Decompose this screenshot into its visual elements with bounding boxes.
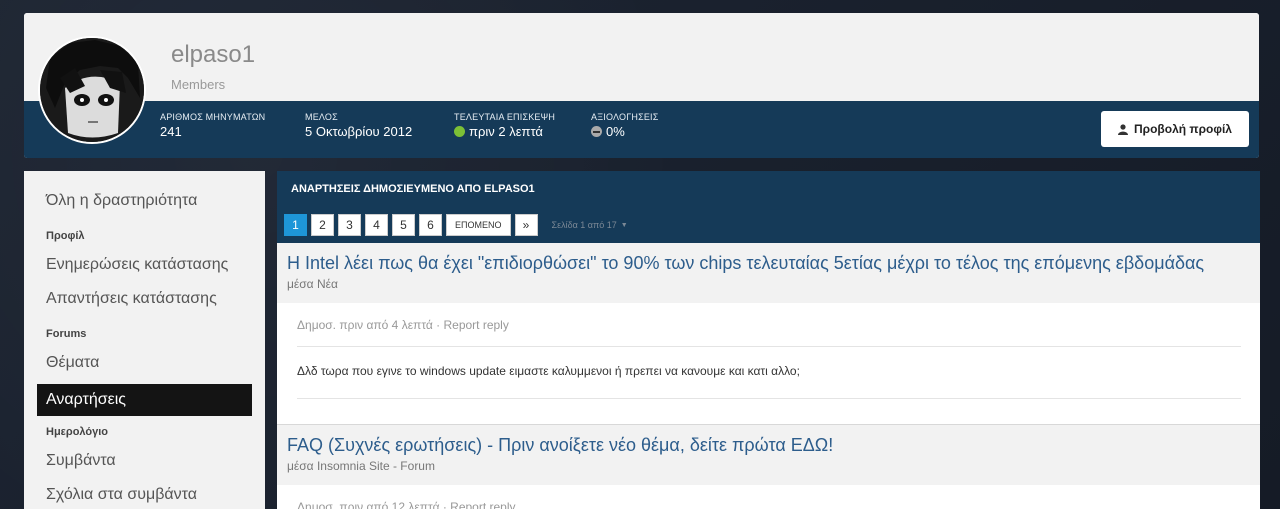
avatar-image <box>40 38 144 142</box>
page-jump-dropdown[interactable]: Σελίδα 1 από 17 ▼ <box>552 214 628 236</box>
stat-value: πριν 2 λεπτά <box>454 124 555 139</box>
avatar[interactable] <box>38 36 146 144</box>
neutral-reputation-icon <box>591 126 602 137</box>
post-meta[interactable]: Δημοσ. πριν από 4 λεπτά · Report reply <box>297 303 1241 347</box>
stat-label: ΤΕΛΕΥΤΑΙΑ ΕΠΙΣΚΕΨΗ <box>454 112 556 122</box>
username: elpaso1 <box>171 41 256 68</box>
post-title-link[interactable]: FAQ (Συχνές ερωτήσεις) - Πριν ανοίξετε ν… <box>287 435 1250 456</box>
post-forum-location[interactable]: μέσα Νέα <box>287 277 1250 291</box>
profile-top: elpaso1 Members <box>24 13 1259 101</box>
post-footer <box>277 399 1260 425</box>
sidebar-section-profile: Προφίλ <box>46 230 85 242</box>
last-page-button[interactable]: » <box>514 214 538 236</box>
posts-panel: ΑΝΑΡΤΗΣΕΙΣ ΔΗΜΟΣΙΕΥΜΕΝΟ ΑΠΟ ELPASO1 1 2 … <box>277 171 1260 509</box>
profile-header: elpaso1 Members ΑΡΙΘΜΟΣ ΜΗΝΥΜΑΤΩΝ 241 ΜΕ… <box>24 13 1259 158</box>
sidebar-section-calendar: Ημερολόγιο <box>46 426 109 438</box>
sidebar-item-status-updates[interactable]: Ενημερώσεις κατάστασης <box>24 252 265 286</box>
user-icon <box>1118 123 1129 135</box>
member-group: Members <box>171 77 226 92</box>
activity-sidebar: Όλη η δραστηριότητα Προφίλ Ενημερώσεις κ… <box>24 171 265 509</box>
post-header: Η Intel λέει πως θα έχει "επιδιορθώσει" … <box>277 243 1260 303</box>
sidebar-section-forums: Forums <box>46 328 87 340</box>
page-2-button[interactable]: 2 <box>311 214 334 236</box>
stat-value: 241 <box>160 124 182 139</box>
page-3-button[interactable]: 3 <box>338 214 361 236</box>
profile-stats-bar: ΑΡΙΘΜΟΣ ΜΗΝΥΜΑΤΩΝ 241 ΜΕΛΟΣ 5 Οκτωβρίου … <box>24 101 1259 158</box>
view-profile-button[interactable]: Προβολή προφίλ <box>1101 111 1249 147</box>
posts-header: ΑΝΑΡΤΗΣΕΙΣ ΔΗΜΟΣΙΕΥΜΕΝΟ ΑΠΟ ELPASO1 1 2 … <box>277 171 1260 243</box>
post-content: Δημοσ. πριν από 12 λεπτά · Report reply <box>277 485 1260 509</box>
pagination: 1 2 3 4 5 6 ΕΠΟΜΕΝΟ » Σελίδα 1 από 17 ▼ <box>284 214 628 236</box>
page-info-label: Σελίδα 1 από 17 <box>551 220 617 230</box>
stat-value: 0% <box>591 124 659 139</box>
sidebar-item-posts[interactable]: Αναρτήσεις <box>37 384 252 416</box>
sidebar-item-all-activity[interactable]: Όλη η δραστηριότητα <box>24 188 265 222</box>
post-content: Δημοσ. πριν από 4 λεπτά · Report reply Δ… <box>277 303 1260 399</box>
stat-post-count: ΑΡΙΘΜΟΣ ΜΗΝΥΜΑΤΩΝ 241 <box>160 112 265 139</box>
stat-label: ΑΡΙΘΜΟΣ ΜΗΝΥΜΑΤΩΝ <box>160 112 266 122</box>
online-status-icon <box>454 126 465 137</box>
caret-down-icon: ▼ <box>620 221 628 229</box>
next-page-button[interactable]: ΕΠΟΜΕΝΟ <box>446 214 511 236</box>
sidebar-item-events[interactable]: Συμβάντα <box>24 448 265 482</box>
page-4-button[interactable]: 4 <box>365 214 388 236</box>
stat-last-visit: ΤΕΛΕΥΤΑΙΑ ΕΠΙΣΚΕΨΗ πριν 2 λεπτά <box>454 112 555 139</box>
sidebar-item-status-replies[interactable]: Απαντήσεις κατάστασης <box>24 286 265 320</box>
post-text: Δλδ τωρα που εγινε το windows update ειμ… <box>297 347 1241 399</box>
page-1-button[interactable]: 1 <box>284 214 307 236</box>
sidebar-item-topics[interactable]: Θέματα <box>24 350 265 384</box>
page-5-button[interactable]: 5 <box>392 214 415 236</box>
post-title-link[interactable]: Η Intel λέει πως θα έχει "επιδιορθώσει" … <box>287 253 1250 274</box>
stat-label: ΜΕΛΟΣ <box>305 112 338 122</box>
stat-value: 5 Οκτωβρίου 2012 <box>305 124 413 139</box>
page-title: ΑΝΑΡΤΗΣΕΙΣ ΔΗΜΟΣΙΕΥΜΕΝΟ ΑΠΟ ELPASO1 <box>291 183 535 195</box>
post-forum-location[interactable]: μέσα Insomnia Site - Forum <box>287 459 1250 473</box>
post-header: FAQ (Συχνές ερωτήσεις) - Πριν ανοίξετε ν… <box>277 425 1260 485</box>
stat-joined: ΜΕΛΟΣ 5 Οκτωβρίου 2012 <box>305 112 412 139</box>
stat-label: ΑΞΙΟΛΟΓΗΣΕΙΣ <box>591 112 659 122</box>
page-6-button[interactable]: 6 <box>419 214 442 236</box>
sidebar-item-event-comments[interactable]: Σχόλια στα συμβάντα <box>24 482 265 509</box>
stat-reputation: ΑΞΙΟΛΟΓΗΣΕΙΣ 0% <box>591 112 659 139</box>
post-meta[interactable]: Δημοσ. πριν από 12 λεπτά · Report reply <box>297 485 1241 509</box>
